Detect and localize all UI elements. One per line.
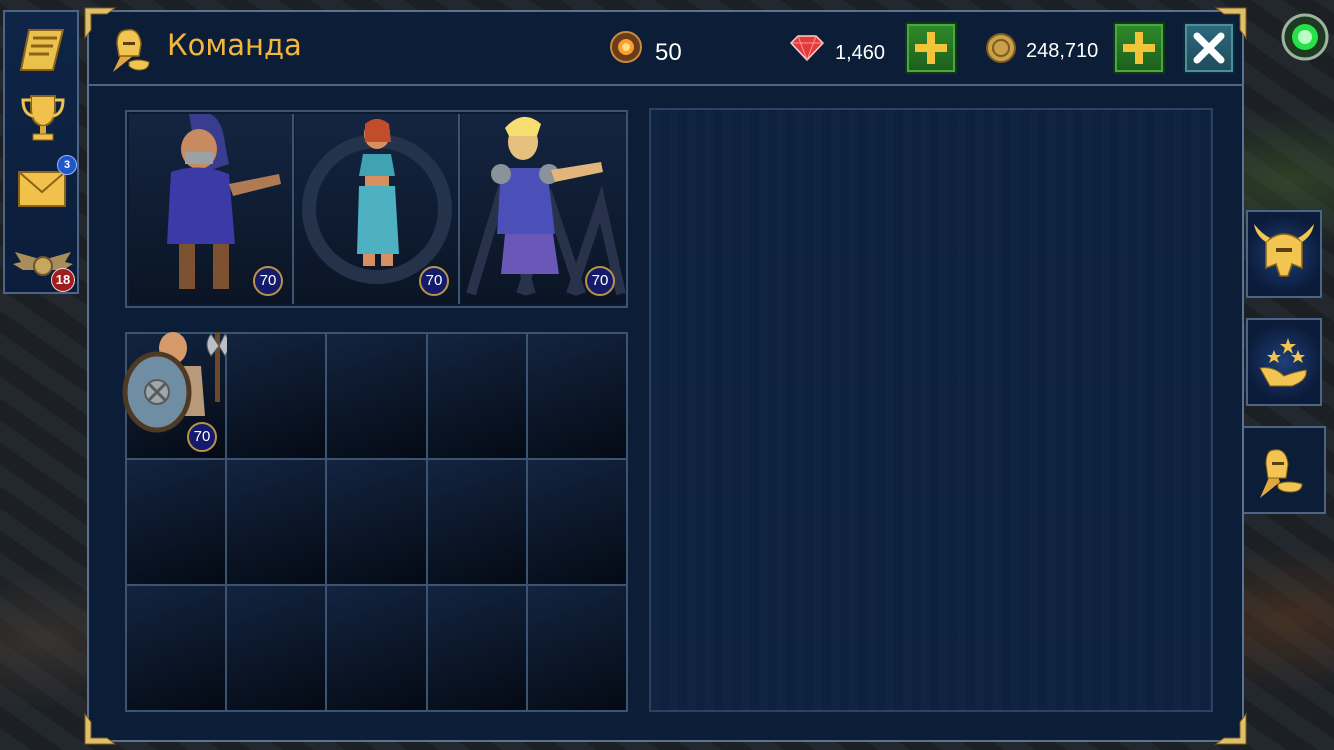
tab-skills[interactable] <box>1246 318 1322 406</box>
corner-ornament-icon <box>1214 712 1247 745</box>
team-slot-3[interactable]: 70 <box>461 114 626 304</box>
energy-value: 50 <box>655 39 682 66</box>
trophy-icon[interactable] <box>15 90 71 146</box>
roster-slot-empty[interactable] <box>327 334 426 458</box>
team-panel: Команда 50 1,460 248,710 70 70 70 70 <box>84 7 1247 745</box>
add-gems-button[interactable] <box>905 22 957 74</box>
gems-value: 1,460 <box>835 42 886 64</box>
panel-header: Команда 50 1,460 248,710 <box>89 12 1242 86</box>
roster-slot-empty[interactable] <box>227 586 326 710</box>
add-gold-button[interactable] <box>1113 22 1165 74</box>
level-badge: 70 <box>585 266 615 296</box>
roster-slot-empty[interactable] <box>427 586 526 710</box>
page-title: Команда <box>167 28 302 62</box>
tab-team[interactable] <box>1244 426 1326 514</box>
team-mask-icon <box>113 29 150 72</box>
roster-slot-empty[interactable] <box>427 460 526 584</box>
gold-coin-icon <box>986 33 1016 63</box>
team-slot-1[interactable]: 70 <box>129 114 294 304</box>
roster-slot-empty[interactable] <box>227 460 326 584</box>
roster-slot-empty[interactable] <box>527 460 626 584</box>
gold-value: 248,710 <box>1026 40 1099 62</box>
level-badge: 70 <box>253 266 283 296</box>
plus-icon <box>915 32 947 64</box>
mail-count-badge: 3 <box>57 155 77 175</box>
dwarf-warrior-portrait <box>122 332 230 433</box>
roster-slot-1[interactable]: 70 <box>122 332 230 458</box>
scroll-icon[interactable] <box>15 22 71 78</box>
mail-button[interactable]: 3 <box>15 155 77 214</box>
roster-slot-empty[interactable] <box>327 586 426 710</box>
roster-slot-empty[interactable] <box>427 334 526 458</box>
roster-grid: 70 <box>122 332 628 712</box>
roster-slot-empty[interactable] <box>127 460 226 584</box>
close-button[interactable] <box>1183 22 1235 74</box>
helmet-icon <box>1254 224 1314 277</box>
roster-slot-empty[interactable] <box>527 586 626 710</box>
team-mask-icon <box>1260 449 1303 498</box>
left-menu: 3 18 <box>3 10 79 294</box>
roster-slot-empty[interactable] <box>127 586 226 710</box>
roster-slot-empty[interactable] <box>527 334 626 458</box>
stars-hand-icon <box>1259 338 1307 387</box>
roster-slot-empty[interactable] <box>327 460 426 584</box>
gem-icon <box>789 35 825 62</box>
plus-icon <box>1123 32 1155 64</box>
roster-slot-empty[interactable] <box>227 334 326 458</box>
level-badge: 70 <box>187 422 217 452</box>
close-icon <box>1193 32 1225 64</box>
energy-icon <box>610 31 642 63</box>
tab-equipment[interactable] <box>1246 210 1322 298</box>
team-slots: 70 70 70 <box>125 110 628 308</box>
team-slot-2[interactable]: 70 <box>295 114 460 304</box>
corner-ornament-icon <box>84 712 117 745</box>
rank-badge: 18 <box>51 268 75 292</box>
hero-detail-pane <box>649 108 1213 712</box>
green-orb-icon[interactable] <box>1280 12 1330 62</box>
level-badge: 70 <box>419 266 449 296</box>
rank-button[interactable]: 18 <box>11 240 75 292</box>
